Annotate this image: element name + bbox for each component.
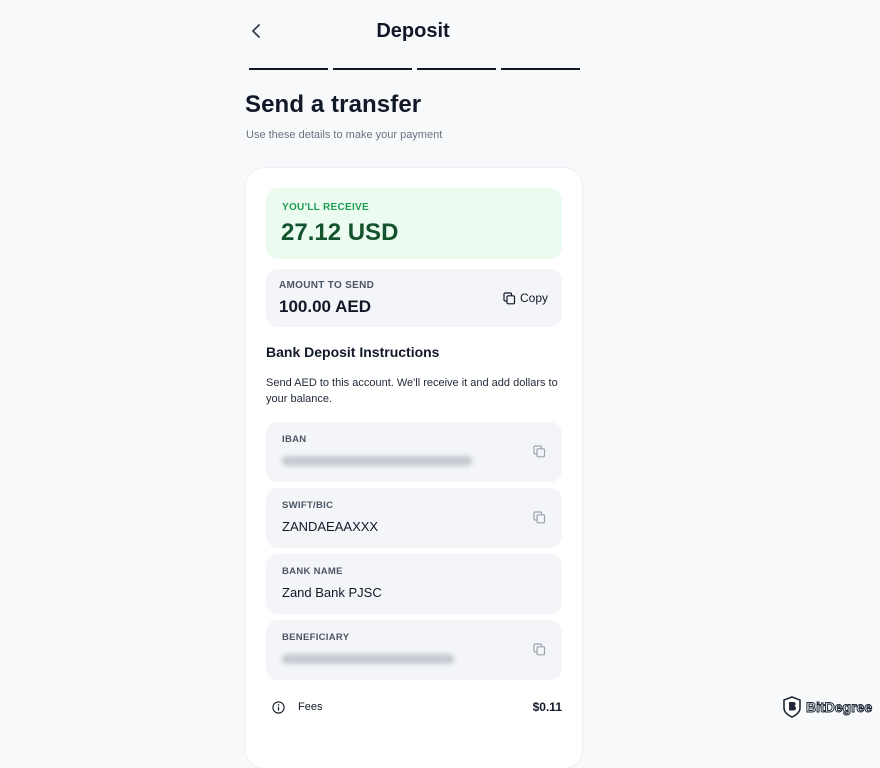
copy-icon <box>503 291 516 304</box>
copy-icon[interactable] <box>533 643 546 656</box>
field-value: ZANDAEAAXXX <box>282 519 379 534</box>
field-label: BENEFICIARY <box>282 632 350 643</box>
iban-field: IBAN <box>266 422 562 482</box>
receive-value: 27.12 USD <box>281 219 399 246</box>
bitdegree-logo-icon <box>783 696 801 718</box>
send-amount-box: AMOUNT TO SEND 100.00 AED Copy <box>266 269 562 327</box>
step-progress <box>249 68 580 70</box>
watermark: BitDegree <box>782 696 873 718</box>
copy-amount-button[interactable]: Copy <box>503 291 548 305</box>
fees-row: Fees $0.11 <box>272 700 562 716</box>
send-value: 100.00 AED <box>279 297 371 316</box>
swift-field: SWIFT/BIC ZANDAEAAXXX <box>266 488 562 548</box>
redacted-value <box>282 456 472 466</box>
watermark-text: BitDegree <box>805 699 873 716</box>
step-indicator <box>501 68 580 70</box>
fees-label: Fees <box>298 701 323 713</box>
section-heading: Send a transfer <box>245 91 422 118</box>
info-icon[interactable] <box>272 701 285 714</box>
beneficiary-field: BENEFICIARY <box>266 620 562 680</box>
step-indicator <box>333 68 412 70</box>
step-indicator <box>249 68 328 70</box>
field-label: IBAN <box>282 434 307 445</box>
instructions-text: Send AED to this account. We'll receive … <box>266 377 558 405</box>
field-label: SWIFT/BIC <box>282 500 334 511</box>
redacted-value <box>282 654 454 664</box>
send-label: AMOUNT TO SEND <box>279 280 375 291</box>
step-indicator <box>417 68 496 70</box>
fees-value: $0.11 <box>532 700 562 714</box>
transfer-details-card: YOU'LL RECEIVE 27.12 USD AMOUNT TO SEND … <box>246 168 582 768</box>
field-label: BANK NAME <box>282 566 343 577</box>
receive-amount-box: YOU'LL RECEIVE 27.12 USD <box>266 188 562 259</box>
section-subheading: Use these details to make your payment <box>246 129 443 141</box>
bank-name-field: BANK NAME Zand Bank PJSC <box>266 554 562 614</box>
copy-icon[interactable] <box>533 445 546 458</box>
copy-label: Copy <box>519 291 548 305</box>
instructions-title: Bank Deposit Instructions <box>266 344 440 360</box>
field-value: Zand Bank PJSC <box>282 585 382 600</box>
receive-label: YOU'LL RECEIVE <box>282 202 369 213</box>
copy-icon[interactable] <box>533 511 546 524</box>
page-title: Deposit <box>376 20 450 42</box>
